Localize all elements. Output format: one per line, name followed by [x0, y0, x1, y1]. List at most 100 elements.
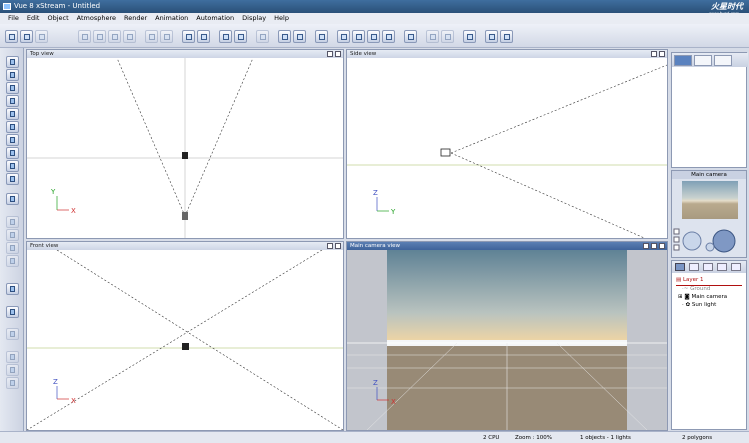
cube-tool-icon[interactable]	[6, 82, 19, 94]
new-scene-icon[interactable]	[5, 30, 18, 43]
render-preview-icon[interactable]	[643, 243, 649, 249]
zoom-out-icon[interactable]	[352, 30, 365, 43]
boolean-intersection-icon[interactable]	[6, 242, 19, 254]
camera-nav-controls[interactable]	[672, 225, 748, 255]
world-browser: ▤ Layer 1 ·~ Ground ⊞ ◙ Main camera · ✿ …	[671, 260, 747, 430]
camera-object-icon[interactable]	[182, 212, 188, 220]
camera-option-icon[interactable]	[673, 228, 680, 235]
navigate-icon[interactable]	[500, 30, 513, 43]
menu-bar: File Edit Object Atmosphere Render Anima…	[0, 13, 749, 24]
cone-tool-icon[interactable]	[6, 108, 19, 120]
camera-option-icon[interactable]	[673, 236, 680, 243]
link-icon[interactable]	[182, 30, 195, 43]
sphere-tool-icon[interactable]	[6, 56, 19, 68]
pan-icon[interactable]	[382, 30, 395, 43]
expand-icon[interactable]	[327, 243, 333, 249]
menu-render[interactable]: Render	[122, 13, 153, 24]
terrain-tool-icon[interactable]	[6, 147, 19, 159]
import-object-icon[interactable]	[6, 351, 19, 363]
metablob-icon[interactable]	[6, 255, 19, 267]
menu-object[interactable]: Object	[45, 13, 74, 24]
zoom-in-icon[interactable]	[337, 30, 350, 43]
menu-edit[interactable]: Edit	[25, 13, 46, 24]
objects-tab-icon[interactable]	[675, 263, 685, 271]
side-viewport[interactable]: Side view Z Y	[346, 49, 668, 239]
camera-option-icon[interactable]	[673, 244, 680, 251]
shaded-icon[interactable]	[441, 30, 454, 43]
torus-tool-icon[interactable]	[6, 121, 19, 133]
filter-icon[interactable]	[293, 30, 306, 43]
water-tool-icon[interactable]	[6, 160, 19, 172]
save-scene-icon[interactable]	[35, 30, 48, 43]
tree-item[interactable]: ⊞ ◙ Main camera	[678, 294, 727, 300]
ungroup-icon[interactable]	[256, 30, 269, 43]
camera-orbit-icon[interactable]	[712, 229, 736, 253]
export-object-icon[interactable]	[6, 364, 19, 376]
camera-icon[interactable]	[463, 30, 476, 43]
camera-object-icon[interactable]	[440, 148, 451, 157]
aspect-tab-icon[interactable]	[674, 55, 692, 66]
plant-tool-icon[interactable]	[6, 193, 19, 205]
size-tab-icon[interactable]	[714, 55, 732, 66]
directional-light-icon[interactable]	[6, 328, 19, 340]
plane-tool-icon[interactable]	[6, 134, 19, 146]
menu-icon[interactable]	[335, 243, 341, 249]
top-viewport[interactable]: Top view Y X	[26, 49, 344, 239]
camera-zoom-icon[interactable]	[705, 242, 715, 252]
menu-automation[interactable]: Automation	[194, 13, 240, 24]
expand-icon[interactable]	[651, 243, 657, 249]
delete-icon[interactable]	[123, 30, 136, 43]
wireframe-icon[interactable]	[426, 30, 439, 43]
menu-icon[interactable]	[659, 243, 665, 249]
drop-icon[interactable]	[197, 30, 210, 43]
library-tab-icon[interactable]	[717, 263, 727, 271]
render-icon[interactable]	[315, 30, 328, 43]
magnifier-icon[interactable]	[485, 30, 498, 43]
window-title: Vue 8 xStream - Untitled	[14, 2, 101, 10]
redo-icon[interactable]	[160, 30, 173, 43]
camera-object-icon[interactable]	[182, 343, 189, 350]
undo-icon[interactable]	[145, 30, 158, 43]
zoom-fit-icon[interactable]	[367, 30, 380, 43]
cut-icon[interactable]	[78, 30, 91, 43]
sun-light-icon[interactable]	[182, 152, 188, 159]
camera-control-panel: Main camera	[671, 170, 747, 258]
expand-icon[interactable]	[327, 51, 333, 57]
camera-view-canvas: Z X	[347, 250, 667, 430]
numerics-tab-icon[interactable]	[694, 55, 712, 66]
menu-display[interactable]: Display	[240, 13, 272, 24]
front-view-canvas: Z X	[27, 250, 343, 430]
menu-animation[interactable]: Animation	[153, 13, 194, 24]
tree-item[interactable]: ·~ Ground	[682, 286, 710, 292]
menu-icon[interactable]	[335, 51, 341, 57]
group-icon[interactable]	[234, 30, 247, 43]
spot-light-icon[interactable]	[6, 306, 19, 318]
links-tab-icon[interactable]	[703, 263, 713, 271]
menu-help[interactable]: Help	[272, 13, 295, 24]
layer-row[interactable]: ▤ Layer 1	[676, 277, 704, 283]
copy-icon[interactable]	[93, 30, 106, 43]
front-viewport[interactable]: Front view Z X	[26, 241, 344, 431]
rotate-icon[interactable]	[219, 30, 232, 43]
ecosystem-tab-icon[interactable]	[731, 263, 741, 271]
paste-icon[interactable]	[108, 30, 121, 43]
camera-viewport[interactable]: Main camera view Z X	[346, 241, 668, 431]
material-icon[interactable]	[278, 30, 291, 43]
open-scene-icon[interactable]	[20, 30, 33, 43]
tree-item[interactable]: · ✿ Sun light	[682, 302, 716, 308]
pyramid-tool-icon[interactable]	[6, 95, 19, 107]
single-view-icon[interactable]	[404, 30, 417, 43]
expand-icon[interactable]	[651, 51, 657, 57]
text-tool-icon[interactable]	[6, 377, 19, 389]
boolean-difference-icon[interactable]	[6, 229, 19, 241]
materials-tab-icon[interactable]	[689, 263, 699, 271]
axis-z-label: Z	[373, 379, 378, 387]
point-light-icon[interactable]	[6, 283, 19, 295]
boolean-union-icon[interactable]	[6, 216, 19, 228]
rock-tool-icon[interactable]	[6, 173, 19, 185]
cylinder-tool-icon[interactable]	[6, 69, 19, 81]
menu-file[interactable]: File	[6, 13, 25, 24]
camera-pan-icon[interactable]	[682, 231, 702, 251]
menu-icon[interactable]	[659, 51, 665, 57]
menu-atmosphere[interactable]: Atmosphere	[75, 13, 122, 24]
